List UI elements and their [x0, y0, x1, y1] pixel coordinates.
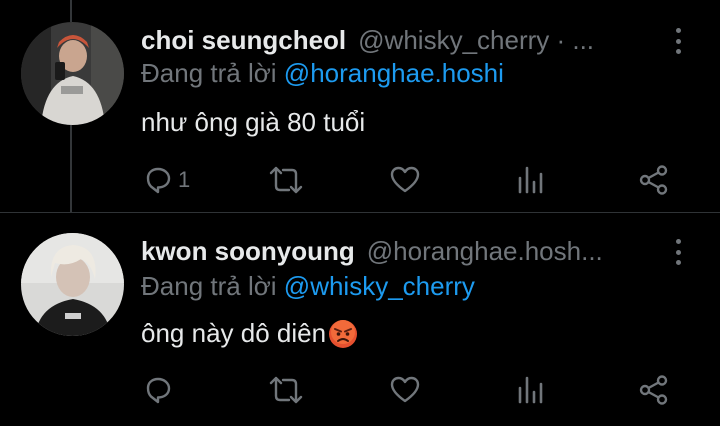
mention-link[interactable]: @horanghae.hoshi	[284, 58, 504, 88]
replying-to-label: Đang trả lời	[141, 58, 277, 88]
retweet-icon	[269, 376, 303, 404]
user-handle[interactable]: @whisky_cherry · ...	[358, 25, 594, 56]
like-button[interactable]	[389, 374, 421, 406]
avatar-photo	[21, 233, 124, 336]
reply-icon	[146, 377, 171, 404]
reply-count: 1	[178, 167, 191, 192]
replying-to: Đang trả lời @whisky_cherry	[141, 271, 475, 302]
reply-button[interactable]	[142, 374, 178, 406]
reply-button[interactable]: 1	[142, 164, 190, 196]
action-bar	[0, 372, 720, 412]
replying-to-label: Đang trả lời	[141, 271, 277, 301]
tweet[interactable]: kwon soonyoung @horanghae.hosh... Đang t…	[0, 212, 720, 426]
action-bar: 1	[0, 162, 720, 202]
views-icon	[518, 376, 543, 404]
share-button[interactable]	[638, 164, 670, 196]
views-button[interactable]	[516, 164, 546, 196]
thread-line-top	[70, 0, 72, 22]
tweet-text-content: ông này dô diên	[141, 318, 327, 348]
like-button[interactable]	[389, 164, 421, 196]
tweet-text: như ông già 80 tuổi	[141, 107, 365, 138]
retweet-button[interactable]	[268, 164, 304, 196]
share-button[interactable]	[638, 374, 670, 406]
more-options-icon[interactable]	[674, 28, 682, 54]
display-name[interactable]: kwon soonyoung	[141, 236, 355, 267]
tweet-header: kwon soonyoung @horanghae.hosh...	[141, 233, 696, 269]
mention-link[interactable]: @whisky_cherry	[284, 271, 475, 301]
like-icon	[390, 376, 420, 403]
tweet-text: ông này dô diên	[141, 318, 358, 349]
views-button[interactable]	[516, 374, 546, 406]
user-handle[interactable]: @horanghae.hosh...	[367, 236, 603, 267]
share-icon	[639, 375, 668, 405]
tweet[interactable]: choi seungcheol @whisky_cherry · ... Đan…	[0, 0, 720, 212]
tweet-text-content: như ông già 80 tuổi	[141, 107, 366, 137]
retweet-icon	[269, 166, 303, 194]
tweet-header: choi seungcheol @whisky_cherry · ...	[141, 22, 696, 58]
avatar[interactable]	[21, 233, 124, 336]
like-icon	[390, 166, 420, 193]
avatar-photo	[21, 22, 124, 125]
share-icon	[639, 165, 668, 195]
retweet-button[interactable]	[268, 374, 304, 406]
replying-to: Đang trả lời @horanghae.hoshi	[141, 58, 504, 89]
more-options-icon[interactable]	[674, 239, 682, 265]
display-name[interactable]: choi seungcheol	[141, 25, 346, 56]
views-icon	[518, 166, 543, 194]
angry-face-emoji	[328, 319, 358, 349]
avatar[interactable]	[21, 22, 124, 125]
reply-icon	[146, 167, 171, 194]
